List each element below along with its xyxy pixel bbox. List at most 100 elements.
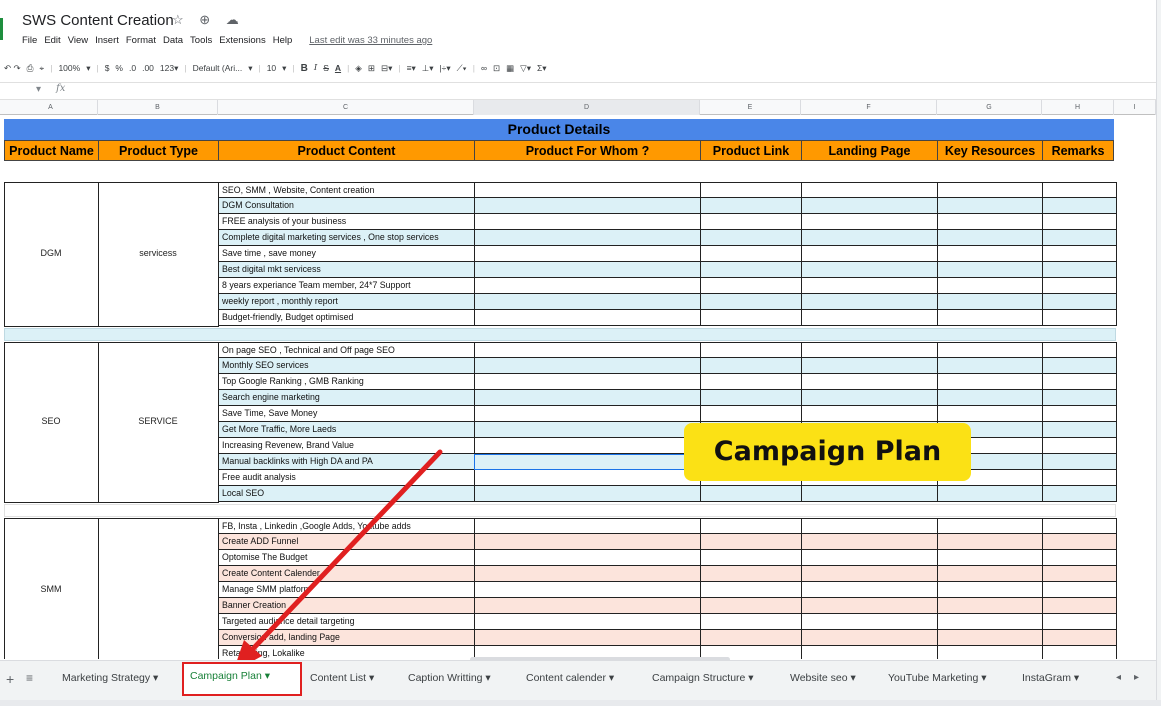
borders-icon[interactable]: ⊞ (368, 63, 375, 74)
table-cell[interactable] (937, 182, 1043, 198)
table-cell[interactable] (1042, 470, 1117, 486)
table-cell[interactable] (1042, 646, 1117, 659)
table-cell[interactable] (474, 374, 701, 390)
column-header-h[interactable]: H (1042, 100, 1114, 115)
product-content-cell[interactable]: Retargeting, Lokalike (218, 646, 475, 659)
tab-prev-button[interactable]: ◂ (1116, 672, 1121, 683)
table-cell[interactable] (937, 646, 1043, 659)
strikethrough-button[interactable]: S (323, 63, 329, 73)
table-cell[interactable] (474, 406, 701, 422)
table-cell[interactable] (801, 390, 938, 406)
table-cell[interactable] (1042, 246, 1117, 262)
chevron-down-icon[interactable]: ▾ (248, 63, 252, 74)
menu-data[interactable]: Data (163, 35, 183, 46)
table-cell[interactable] (474, 214, 701, 230)
sheet-tab[interactable]: Content calender ▾ (520, 664, 620, 692)
table-cell[interactable] (937, 550, 1043, 566)
column-header-i[interactable]: I (1114, 100, 1156, 115)
table-cell[interactable] (1042, 198, 1117, 214)
decrease-decimal-button[interactable]: .0 (129, 63, 136, 73)
menu-extensions[interactable]: Extensions (219, 35, 265, 46)
table-cell[interactable] (1042, 550, 1117, 566)
filter-icon[interactable]: ▽▾ (520, 63, 531, 74)
header-product-type[interactable]: Product Type (98, 140, 218, 161)
table-cell[interactable] (700, 566, 802, 582)
table-cell[interactable] (801, 406, 938, 422)
table-cell[interactable] (700, 390, 802, 406)
table-cell[interactable] (700, 246, 802, 262)
block-separator[interactable] (4, 328, 1116, 341)
table-cell[interactable] (937, 374, 1043, 390)
table-cell[interactable] (474, 454, 701, 470)
product-content-cell[interactable]: Local SEO (218, 486, 475, 502)
product-content-cell[interactable]: Get More Traffic, More Laeds (218, 422, 475, 438)
table-cell[interactable] (937, 278, 1043, 294)
chevron-down-icon[interactable]: ▾ (86, 63, 90, 74)
table-cell[interactable] (474, 438, 701, 454)
table-cell[interactable] (700, 214, 802, 230)
column-header-d[interactable]: D (474, 100, 700, 115)
column-header-b[interactable]: B (98, 100, 218, 115)
table-cell[interactable] (801, 278, 938, 294)
table-cell[interactable] (1042, 582, 1117, 598)
header-product-content[interactable]: Product Content (218, 140, 474, 161)
table-cell[interactable] (801, 374, 938, 390)
menu-tools[interactable]: Tools (190, 35, 212, 46)
table-cell[interactable] (801, 646, 938, 659)
functions-icon[interactable]: Σ▾ (537, 63, 547, 74)
chevron-down-icon[interactable]: ▾ (282, 63, 286, 74)
table-cell[interactable] (937, 582, 1043, 598)
table-cell[interactable] (474, 198, 701, 214)
sheets-logo[interactable] (0, 18, 3, 40)
table-cell[interactable] (937, 358, 1043, 374)
header-product-name[interactable]: Product Name (4, 140, 98, 161)
table-cell[interactable] (801, 614, 938, 630)
product-content-cell[interactable]: Increasing Revenew, Brand Value (218, 438, 475, 454)
name-box[interactable]: ▾ (36, 84, 41, 95)
table-cell[interactable] (1042, 358, 1117, 374)
table-cell[interactable] (1042, 518, 1117, 534)
table-cell[interactable] (700, 358, 802, 374)
table-cell[interactable] (801, 598, 938, 614)
column-header-f[interactable]: F (801, 100, 937, 115)
table-cell[interactable] (1042, 454, 1117, 470)
title-icons[interactable]: ☆ ⊕ ☁ (172, 12, 245, 28)
table-cell[interactable] (937, 630, 1043, 646)
table-cell[interactable] (700, 534, 802, 550)
table-cell[interactable] (700, 518, 802, 534)
table-cell[interactable] (801, 534, 938, 550)
column-header-c[interactable]: C (218, 100, 474, 115)
table-cell[interactable] (801, 342, 938, 358)
table-cell[interactable] (474, 278, 701, 294)
menu-edit[interactable]: Edit (44, 35, 60, 46)
table-cell[interactable] (700, 582, 802, 598)
merge-cells-icon[interactable]: ⊟▾ (381, 63, 392, 74)
product-content-cell[interactable]: Optomise The Budget (218, 550, 475, 566)
table-cell[interactable] (700, 294, 802, 310)
table-cell[interactable] (801, 486, 938, 502)
text-rotation-icon[interactable]: ⟋▾ (457, 63, 467, 74)
menu-view[interactable]: View (68, 35, 88, 46)
table-cell[interactable] (700, 598, 802, 614)
product-content-cell[interactable]: 8 years experiance Team member, 24*7 Sup… (218, 278, 475, 294)
table-cell[interactable] (937, 198, 1043, 214)
header-key-resources[interactable]: Key Resources (937, 140, 1042, 161)
sheet-tab[interactable]: Content List ▾ (304, 664, 380, 692)
product-content-cell[interactable]: Free audit analysis (218, 470, 475, 486)
table-cell[interactable] (801, 182, 938, 198)
table-cell[interactable] (700, 614, 802, 630)
table-cell[interactable] (474, 470, 701, 486)
column-header-e[interactable]: E (700, 100, 801, 115)
table-cell[interactable] (937, 262, 1043, 278)
product-content-cell[interactable]: Search engine marketing (218, 390, 475, 406)
table-cell[interactable] (801, 214, 938, 230)
table-cell[interactable] (937, 230, 1043, 246)
table-cell[interactable] (700, 550, 802, 566)
product-content-cell[interactable]: Best digital mkt servicess (218, 262, 475, 278)
table-cell[interactable] (474, 518, 701, 534)
table-cell[interactable] (801, 582, 938, 598)
table-cell[interactable] (937, 614, 1043, 630)
product-content-cell[interactable]: Monthly SEO services (218, 358, 475, 374)
text-color-button[interactable]: A (335, 63, 341, 73)
table-cell[interactable] (1042, 310, 1117, 326)
